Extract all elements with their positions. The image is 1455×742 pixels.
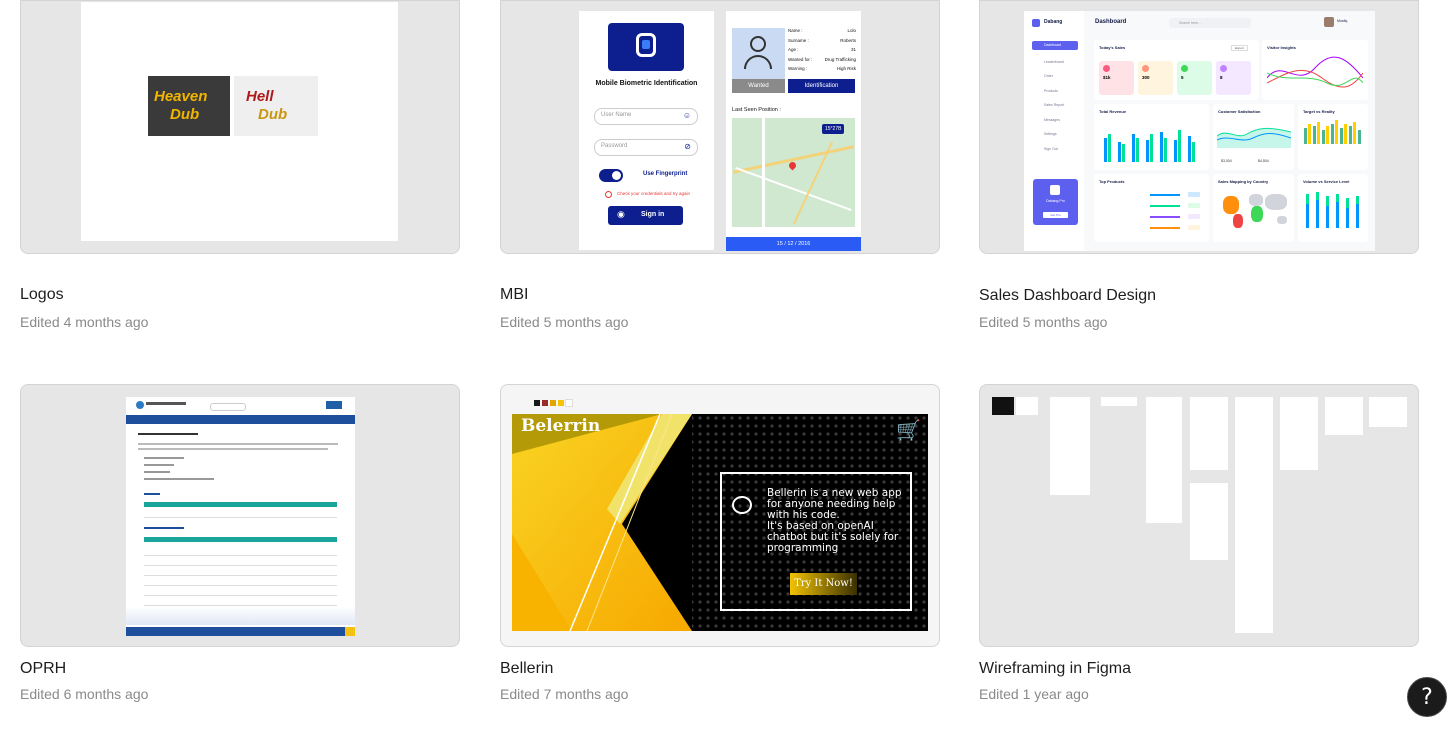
file-card-wireframing[interactable]: Wireframing in Figma Edited 1 year ago — [979, 384, 1419, 714]
file-edited-time: Edited 5 months ago — [979, 314, 1108, 330]
file-edited-time: Edited 5 months ago — [500, 314, 629, 330]
fingerprint-toggle — [599, 169, 623, 182]
signin-button: ◉ Sign in — [608, 206, 683, 225]
wanted-button: Wanted — [732, 79, 785, 93]
file-card-logos[interactable]: Heaven Dub Hell Dub Logos Edited 4 month… — [20, 0, 460, 330]
map-pin-icon — [787, 160, 798, 171]
file-title[interactable]: OPRH — [20, 660, 66, 678]
password-field: Password ⊘ — [594, 139, 698, 156]
target-vs-reality-card: Target vs Reality — [1298, 104, 1368, 170]
file-thumbnail[interactable]: Dabang Dashboard Leaderboard Order Produ… — [979, 0, 1419, 254]
visitor-insights-card: Visitor Insights — [1262, 40, 1368, 100]
volume-vs-service-card: Volume vs Service Level — [1298, 174, 1368, 242]
user-icon: ☺ — [682, 111, 691, 120]
username-field: User Name ☺ — [594, 108, 698, 125]
customer-satisfaction-card: Customer Satisfaction $3,004 $4,504 — [1213, 104, 1294, 170]
total-revenue-card: Total Revenue — [1094, 104, 1209, 170]
file-edited-time: Edited 6 months ago — [20, 686, 149, 702]
heaven-dub-logo: Heaven Dub — [148, 76, 230, 136]
file-thumbnail[interactable]: Mobile Biometric Identification User Nam… — [500, 0, 940, 254]
file-card-oprh[interactable]: OPRH Edited 6 months ago — [20, 384, 460, 714]
bellerin-logo-icon — [732, 496, 752, 514]
dashboard-sidebar: Dabang Dashboard Leaderboard Order Produ… — [1024, 11, 1084, 251]
file-thumbnail[interactable] — [979, 384, 1419, 647]
try-it-now-button: Try It Now! — [790, 573, 857, 595]
file-thumbnail[interactable]: Belerrin 🛒 Bellerin is a new web app for… — [500, 384, 940, 647]
file-title[interactable]: Bellerin — [500, 660, 553, 678]
error-icon — [605, 191, 612, 198]
dashboard-search: Search here... — [1169, 18, 1251, 28]
file-edited-time: Edited 4 months ago — [20, 314, 149, 330]
file-edited-time: Edited 1 year ago — [979, 686, 1089, 702]
oprh-table-1-header — [144, 502, 337, 507]
identification-button: Identification — [788, 79, 855, 93]
eye-off-icon: ⊘ — [684, 142, 691, 151]
oprh-table-2-header — [144, 537, 337, 542]
file-title[interactable]: Wireframing in Figma — [979, 660, 1131, 678]
avatar-placeholder — [732, 28, 785, 79]
oprh-page-preview — [126, 397, 355, 636]
app-logo-icon — [608, 23, 684, 71]
file-title[interactable]: MBI — [500, 286, 528, 304]
oprh-nav-bar — [126, 415, 355, 424]
profile-screen: Name : Lolo Surname : Roberts Age :31 Want… — [726, 11, 861, 250]
profile-fields: Name : Lolo Surname : Roberts Age :31 Want… — [788, 28, 856, 71]
sales-mapping-card: Sales Mapping by Country — [1213, 174, 1294, 242]
file-thumbnail[interactable] — [20, 384, 460, 647]
file-edited-time: Edited 7 months ago — [500, 686, 629, 702]
oprh-footer-bar — [126, 627, 355, 636]
dashboard-canvas: Dabang Dashboard Leaderboard Order Produ… — [1024, 11, 1375, 251]
user-avatar — [1324, 17, 1334, 27]
wireframe-frames — [980, 385, 1418, 646]
file-title[interactable]: Sales Dashboard Design — [979, 287, 1156, 305]
cart-icon: 🛒 — [896, 420, 921, 442]
file-title[interactable]: Logos — [20, 286, 64, 304]
login-screen: Mobile Biometric Identification User Nam… — [579, 11, 714, 250]
bellerin-banner: Belerrin 🛒 Bellerin is a new web app for… — [512, 414, 928, 631]
color-swatches — [534, 399, 573, 407]
file-card-bellerin[interactable]: Belerrin 🛒 Bellerin is a new web app for… — [500, 384, 940, 714]
file-thumbnail[interactable]: Heaven Dub Hell Dub — [20, 0, 460, 254]
file-card-sales-dashboard[interactable]: Dabang Dashboard Leaderboard Order Produ… — [979, 0, 1419, 330]
brand-icon — [1032, 19, 1040, 27]
top-products-card: Top Products — [1094, 174, 1209, 242]
bellerin-description: Bellerin is a new web app for anyone nee… — [767, 487, 902, 554]
hell-dub-logo: Hell Dub — [234, 76, 318, 136]
map-view: 15°27B — [732, 118, 855, 227]
today-sales-card: Today's Sales Export $1k 300 5 8 — [1094, 40, 1259, 100]
file-card-mbi[interactable]: Mobile Biometric Identification User Nam… — [500, 0, 940, 330]
date-bar: 15 / 12 / 2016 — [726, 237, 861, 251]
thumbnail-canvas: Heaven Dub Hell Dub — [81, 2, 398, 241]
fingerprint-icon: ◉ — [617, 209, 625, 219]
bellerin-info-box: Bellerin is a new web app for anyone nee… — [720, 472, 912, 611]
bellerin-brand: Belerrin — [521, 416, 601, 436]
help-button[interactable]: ? — [1407, 677, 1447, 717]
pro-card: Dabang Pro Get Pro — [1033, 179, 1078, 225]
